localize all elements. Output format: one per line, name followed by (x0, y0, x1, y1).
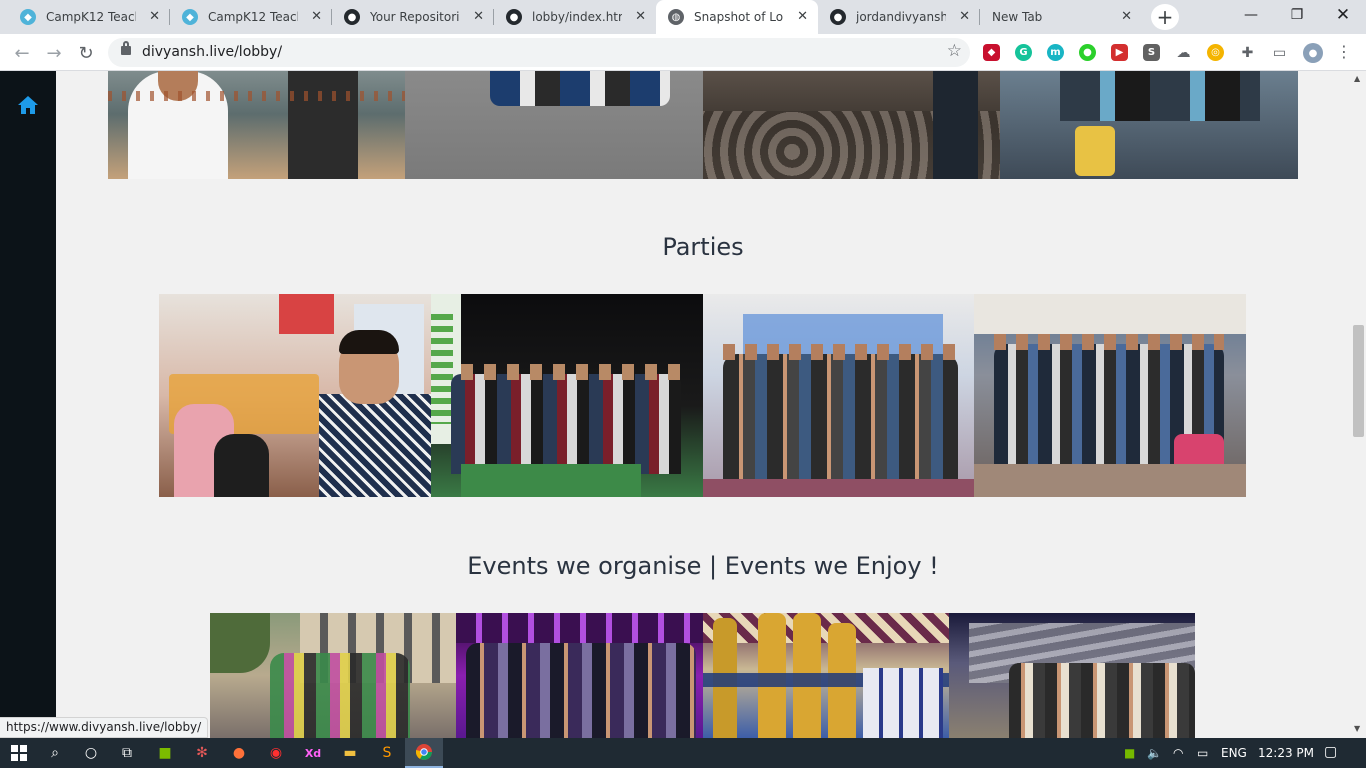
m-extension-icon[interactable]: m (1047, 44, 1064, 61)
reload-icon[interactable]: ↻ (72, 39, 100, 67)
gallery-photo[interactable] (159, 294, 431, 497)
close-tab-icon[interactable]: ✕ (473, 9, 484, 24)
campk12-icon: ◆ (20, 9, 36, 25)
github-icon: ● (506, 9, 522, 25)
volume-icon[interactable]: 🔈 (1147, 746, 1162, 760)
nvidia-icon[interactable]: ■ (1124, 746, 1135, 760)
globe-icon: ◍ (668, 9, 684, 25)
cast-icon[interactable]: ▭ (1271, 44, 1288, 61)
clock[interactable]: 12:23 PM (1258, 746, 1314, 760)
gallery-photo[interactable] (456, 613, 703, 738)
circle-extension-icon[interactable]: ◎ (1207, 44, 1224, 61)
windows-start-icon[interactable] (0, 738, 38, 768)
close-tab-icon[interactable]: ✕ (1121, 9, 1132, 24)
green-extension-icon[interactable]: ● (1079, 44, 1096, 61)
gallery-photo[interactable] (703, 71, 1000, 179)
page-scrollbar[interactable]: ▲ ▼ (1350, 71, 1366, 738)
sublime-text-icon[interactable]: S (368, 738, 406, 768)
minimize-icon[interactable]: — (1228, 0, 1274, 30)
file-explorer-icon[interactable]: ▬ (331, 738, 369, 768)
windows-taskbar: ⌕ ○ ⧉ ■ ✻ ● ◉ Xd ▬ S ■ 🔈 ◠ ▭ ENG 12:23 P… (0, 738, 1366, 768)
shield-extension-icon[interactable]: ◆ (983, 44, 1000, 61)
scrollbar-thumb[interactable] (1353, 325, 1364, 437)
more-menu-icon[interactable]: ⋮ (1336, 42, 1352, 61)
page-content: Parties Events we organise | Events we E… (56, 71, 1350, 738)
close-tab-icon[interactable]: ✕ (635, 9, 646, 24)
gallery-photo[interactable] (210, 613, 456, 738)
tab-your-repositories[interactable]: ● Your Repositories ✕ (332, 0, 494, 34)
battery-icon[interactable]: ▭ (1197, 746, 1208, 760)
scroll-down-icon[interactable]: ▼ (1354, 724, 1360, 733)
tab-campk12-1[interactable]: ◆ CampK12 Teachers ✕ (8, 0, 170, 34)
github-icon: ● (830, 9, 846, 25)
youtube-music-icon[interactable]: ◉ (257, 738, 295, 768)
close-tab-icon[interactable]: ✕ (959, 9, 970, 24)
avatar[interactable]: ● (1303, 43, 1323, 63)
cloud-extension-icon[interactable]: ☁ (1175, 44, 1192, 61)
puzzle-extensions-icon[interactable]: ✚ (1239, 44, 1256, 61)
tab-snapshot-of-lobby[interactable]: ◍ Snapshot of Lobby ✕ (656, 0, 818, 34)
address-bar[interactable]: divyansh.live/lobby/ ☆ (108, 38, 970, 67)
site-sidebar (0, 71, 56, 738)
tab-strip: ◆ CampK12 Teachers ✕ ◆ CampK12 Teachers … (0, 0, 1366, 34)
browser-toolbar: ← → ↻ divyansh.live/lobby/ ☆ ◆ G m ● ▶ S… (0, 34, 1366, 71)
campk12-icon: ◆ (182, 9, 198, 25)
back-arrow-icon[interactable]: ← (8, 39, 36, 67)
restore-icon[interactable]: ❐ (1274, 0, 1320, 30)
tab-campk12-2[interactable]: ◆ CampK12 Teachers ✕ (170, 0, 332, 34)
address-url[interactable]: divyansh.live/lobby/ (142, 44, 282, 60)
section-heading-parties: Parties (662, 233, 744, 261)
cortana-icon[interactable]: ○ (72, 738, 110, 768)
store-icon[interactable]: ■ (146, 738, 184, 768)
gallery-photo[interactable] (974, 294, 1246, 497)
gallery-photo[interactable] (703, 294, 974, 497)
home-icon[interactable] (17, 95, 39, 115)
wifi-icon[interactable]: ◠ (1173, 746, 1183, 760)
github-icon: ● (344, 9, 360, 25)
close-tab-icon[interactable]: ✕ (149, 9, 160, 24)
s-extension-icon[interactable]: S (1143, 44, 1160, 61)
settings-gear-icon[interactable]: ✻ (183, 738, 221, 768)
status-url-bubble: https://www.divyansh.live/lobby/ (0, 717, 209, 738)
task-view-icon[interactable]: ⧉ (108, 738, 146, 768)
lock-icon (121, 41, 131, 55)
tab-jordandivyansh[interactable]: ● jordandivyansh/sa ✕ (818, 0, 980, 34)
tab-new-tab[interactable]: New Tab ✕ (980, 0, 1142, 34)
gallery-photo[interactable] (1000, 71, 1298, 179)
gallery-photo[interactable] (431, 294, 703, 497)
search-icon[interactable]: ⌕ (36, 738, 74, 768)
gallery-photo[interactable] (949, 613, 1195, 738)
chrome-icon[interactable] (405, 738, 443, 768)
new-tab-button[interactable]: + (1151, 4, 1179, 30)
firefox-icon[interactable]: ● (220, 738, 258, 768)
forward-arrow-icon[interactable]: → (40, 39, 68, 67)
scroll-up-icon[interactable]: ▲ (1354, 74, 1360, 83)
notifications-icon[interactable]: ▢ (1324, 744, 1337, 760)
language-indicator[interactable]: ENG (1221, 746, 1247, 760)
close-window-icon[interactable]: ✕ (1320, 0, 1366, 30)
tab-lobby-index[interactable]: ● lobby/index.html a ✕ (494, 0, 656, 34)
close-tab-icon[interactable]: ✕ (797, 9, 808, 24)
bookmark-star-icon[interactable]: ☆ (947, 41, 962, 61)
gallery-photo[interactable] (108, 71, 405, 179)
play-extension-icon[interactable]: ▶ (1111, 44, 1128, 61)
grammarly-icon[interactable]: G (1015, 44, 1032, 61)
gallery-photo[interactable] (703, 613, 949, 738)
adobe-xd-icon[interactable]: Xd (294, 738, 332, 768)
gallery-photo[interactable] (405, 71, 703, 179)
section-heading-events: Events we organise | Events we Enjoy ! (467, 552, 939, 580)
close-tab-icon[interactable]: ✕ (311, 9, 322, 24)
